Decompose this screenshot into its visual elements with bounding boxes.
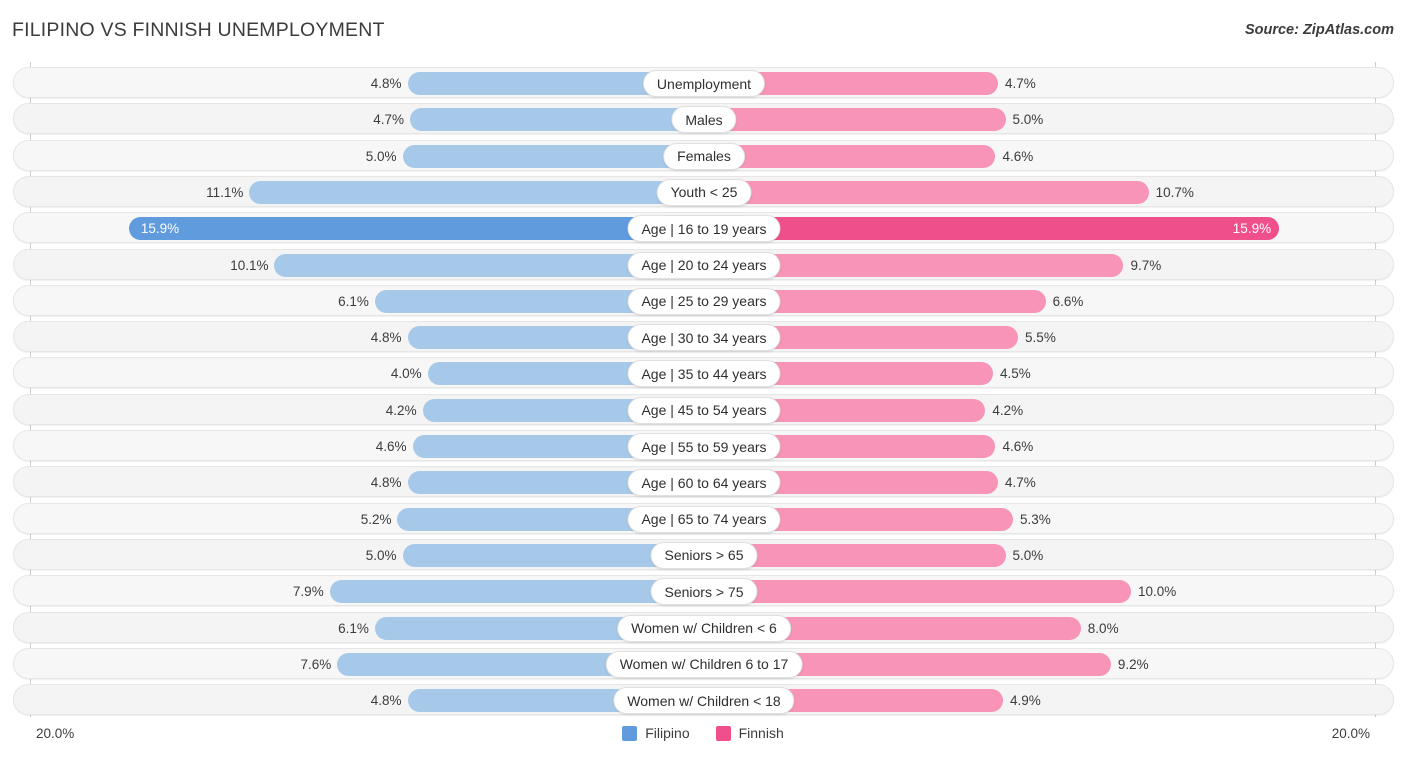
- table-row[interactable]: 4.8% 4.9% Women w/ Children < 18: [13, 684, 1394, 716]
- row-category-label: Age | 30 to 34 years: [627, 324, 781, 352]
- table-row[interactable]: 5.0% 5.0% Seniors > 65: [13, 538, 1394, 570]
- row-category-label: Seniors > 65: [650, 541, 758, 569]
- row-category-label: Females: [663, 142, 745, 170]
- table-row[interactable]: 15.9% 15.9% Age | 16 to 19 years: [13, 212, 1394, 244]
- value-label-finnish: 15.9%: [1232, 221, 1272, 237]
- row-category-label: Women w/ Children 6 to 17: [605, 650, 803, 678]
- bar-filipino: [410, 108, 704, 132]
- page-title: FILIPINO VS FINNISH UNEMPLOYMENT: [12, 19, 385, 41]
- row-category-label: Age | 25 to 29 years: [627, 287, 781, 315]
- value-label-filipino: 6.1%: [338, 620, 369, 636]
- value-label-finnish: 8.0%: [1087, 620, 1119, 636]
- value-label-finnish: 5.5%: [1025, 330, 1056, 346]
- legend-label: Finnish: [738, 725, 784, 741]
- row-category-label: Age | 55 to 59 years: [627, 433, 781, 460]
- table-row[interactable]: 4.8% 5.5% Age | 30 to 34 years: [13, 321, 1394, 353]
- value-label-finnish: 4.5%: [999, 366, 1031, 382]
- chart-legend: Filipino Finnish: [0, 725, 1406, 741]
- value-label-filipino: 5.2%: [360, 511, 392, 527]
- value-label-filipino: 4.6%: [375, 439, 407, 454]
- table-row[interactable]: 4.7% 5.0% Males: [13, 103, 1394, 135]
- value-label-finnish: 6.6%: [1052, 293, 1084, 309]
- bar-filipino: [128, 217, 704, 241]
- value-label-filipino: 4.8%: [370, 693, 402, 709]
- row-category-label: Unemployment: [642, 70, 766, 97]
- legend-item-filipino[interactable]: Filipino: [622, 725, 690, 741]
- value-label-finnish: 10.7%: [1155, 184, 1194, 200]
- row-category-label: Age | 45 to 54 years: [627, 396, 781, 424]
- table-row[interactable]: 4.8% 4.7% Unemployment: [13, 67, 1394, 98]
- bar-filipino: [329, 580, 704, 604]
- value-label-filipino: 4.8%: [370, 76, 402, 91]
- value-label-finnish: 5.3%: [1020, 511, 1051, 527]
- table-row[interactable]: 4.0% 4.5% Age | 35 to 44 years: [13, 357, 1394, 389]
- table-row[interactable]: 7.6% 9.2% Women w/ Children 6 to 17: [13, 647, 1394, 679]
- value-label-finnish: 10.0%: [1138, 584, 1177, 600]
- bar-finnish: [704, 180, 1149, 204]
- value-label-filipino: 10.1%: [230, 257, 269, 273]
- bar-filipino: [402, 144, 704, 168]
- value-label-filipino: 7.6%: [300, 656, 332, 672]
- row-category-label: Women w/ Children < 18: [613, 687, 795, 715]
- table-row[interactable]: 6.1% 8.0% Women w/ Children < 6: [13, 611, 1394, 643]
- table-row[interactable]: 5.2% 5.3% Age | 65 to 74 years: [13, 502, 1394, 534]
- row-category-label: Youth < 25: [656, 178, 752, 206]
- table-row[interactable]: 5.0% 4.6% Females: [13, 139, 1394, 171]
- value-label-finnish: 4.6%: [1002, 439, 1034, 454]
- row-category-label: Age | 60 to 64 years: [627, 469, 781, 497]
- diverging-bar-chart: 4.8% 4.7% Unemployment 4.7% 5.0% Males 5.0% 4.6…: [0, 62, 1406, 717]
- bar-finnish: [704, 108, 1006, 132]
- value-label-finnish: 9.7%: [1130, 257, 1162, 273]
- value-label-filipino: 4.0%: [390, 366, 422, 382]
- value-label-finnish: 4.9%: [1009, 693, 1041, 709]
- value-label-finnish: 4.6%: [1002, 148, 1034, 164]
- legend-item-finnish[interactable]: Finnish: [715, 725, 784, 741]
- value-label-finnish: 4.7%: [1004, 475, 1036, 491]
- row-category-label: Age | 16 to 19 years: [627, 215, 781, 243]
- table-row[interactable]: 6.1% 6.6% Age | 25 to 29 years: [13, 284, 1394, 316]
- row-category-label: Age | 35 to 44 years: [627, 360, 781, 388]
- legend-label: Filipino: [645, 725, 690, 741]
- legend-swatch-icon: [715, 725, 731, 741]
- row-category-label: Males: [671, 106, 737, 134]
- row-category-label: Seniors > 75: [650, 578, 758, 606]
- table-row[interactable]: 4.6% 4.6% Age | 55 to 59 years: [13, 430, 1394, 461]
- value-label-filipino: 4.8%: [370, 475, 402, 491]
- value-label-filipino: 7.9%: [292, 584, 324, 600]
- value-label-finnish: 4.2%: [992, 402, 1024, 418]
- value-label-filipino: 4.2%: [385, 402, 417, 418]
- table-row[interactable]: 4.8% 4.7% Age | 60 to 64 years: [13, 466, 1394, 498]
- bar-filipino: [249, 180, 704, 204]
- row-category-label: Age | 20 to 24 years: [627, 251, 781, 279]
- chart-header: FILIPINO VS FINNISH UNEMPLOYMENT Source:…: [0, 0, 1406, 60]
- value-label-filipino: 11.1%: [206, 184, 244, 200]
- bar-finnish: [704, 144, 996, 168]
- bar-finnish: [704, 217, 1280, 241]
- value-label-filipino: 5.0%: [365, 547, 397, 563]
- row-category-label: Women w/ Children < 6: [617, 614, 791, 642]
- table-row[interactable]: 11.1% 10.7% Youth < 25: [13, 175, 1394, 207]
- chart-footer: 20.0% 20.0% Filipino Finnish: [0, 717, 1406, 757]
- legend-swatch-icon: [622, 725, 638, 741]
- value-label-finnish: 9.2%: [1117, 656, 1149, 672]
- bar-finnish: [704, 580, 1131, 604]
- value-label-filipino: 4.8%: [370, 330, 402, 346]
- value-label-filipino: 6.1%: [338, 293, 369, 309]
- value-label-finnish: 4.7%: [1004, 76, 1036, 91]
- value-label-filipino: 4.7%: [373, 112, 405, 128]
- chart-page: FILIPINO VS FINNISH UNEMPLOYMENT Source:…: [0, 0, 1406, 757]
- table-row[interactable]: 7.9% 10.0% Seniors > 75: [13, 575, 1394, 607]
- source-attribution: Source: ZipAtlas.com: [1244, 22, 1394, 38]
- value-label-filipino: 15.9%: [140, 221, 180, 237]
- value-label-finnish: 5.0%: [1012, 112, 1044, 128]
- value-label-filipino: 5.0%: [365, 148, 397, 164]
- table-row[interactable]: 10.1% 9.7% Age | 20 to 24 years: [13, 248, 1394, 280]
- table-row[interactable]: 4.2% 4.2% Age | 45 to 54 years: [13, 393, 1394, 425]
- value-label-finnish: 5.0%: [1012, 547, 1044, 563]
- row-category-label: Age | 65 to 74 years: [627, 505, 781, 533]
